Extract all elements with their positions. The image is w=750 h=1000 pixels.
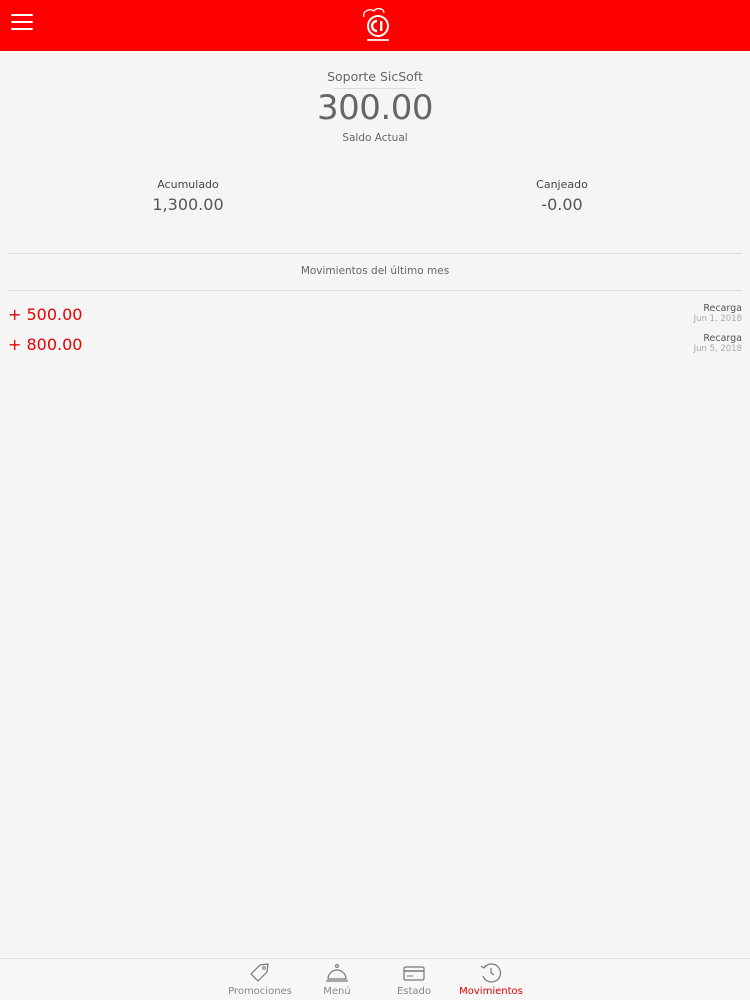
section-divider: [8, 290, 742, 291]
movement-date: Jun 1, 2018: [693, 314, 742, 324]
top-bar: [0, 0, 750, 51]
tab-movimientos[interactable]: Movimientos: [453, 959, 529, 1000]
accumulated-stat: Acumulado 1,300.00: [68, 178, 308, 214]
history-icon: [480, 963, 502, 983]
movement-row[interactable]: + 500.00 Recarga Jun 1, 2018: [8, 303, 742, 331]
cloche-icon: [326, 964, 348, 982]
tab-menu[interactable]: Menú: [299, 959, 375, 1000]
movement-type: Recarga: [703, 303, 742, 314]
movement-date: Jun 5, 2018: [693, 344, 742, 354]
redeemed-label: Canjeado: [536, 178, 588, 191]
menu-line-icon: [11, 28, 33, 30]
tag-icon: [250, 963, 269, 982]
user-name: Soporte SicSoft: [327, 69, 423, 84]
section-divider: [8, 253, 742, 254]
accumulated-label: Acumulado: [157, 178, 219, 191]
movement-type: Recarga: [703, 333, 742, 344]
tab-estado[interactable]: Estado: [376, 959, 452, 1000]
movement-row[interactable]: + 800.00 Recarga Jun 5, 2018: [8, 333, 742, 361]
app-logo-icon: [362, 7, 389, 41]
current-balance-label: Saldo Actual: [342, 132, 408, 144]
menu-line-icon: [11, 21, 33, 23]
movement-amount: + 800.00: [8, 335, 83, 354]
bottom-tab-bar: Promociones Menú Estado Movimientos: [0, 958, 750, 1000]
movements-section-title: Movimientos del último mes: [300, 265, 450, 277]
movement-amount: + 500.00: [8, 305, 83, 324]
tab-label: Movimientos: [459, 986, 523, 997]
accumulated-value: 1,300.00: [152, 195, 224, 214]
hamburger-menu-button[interactable]: [11, 14, 33, 31]
tab-promociones[interactable]: Promociones: [222, 959, 298, 1000]
movement-meta: Recarga Jun 1, 2018: [694, 303, 742, 324]
redeemed-value: -0.00: [541, 195, 583, 214]
menu-line-icon: [11, 14, 33, 16]
current-balance: 300.00: [317, 88, 433, 128]
redeemed-stat: Canjeado -0.00: [442, 178, 682, 214]
movement-meta: Recarga Jun 5, 2018: [694, 333, 742, 354]
card-icon: [403, 966, 425, 981]
